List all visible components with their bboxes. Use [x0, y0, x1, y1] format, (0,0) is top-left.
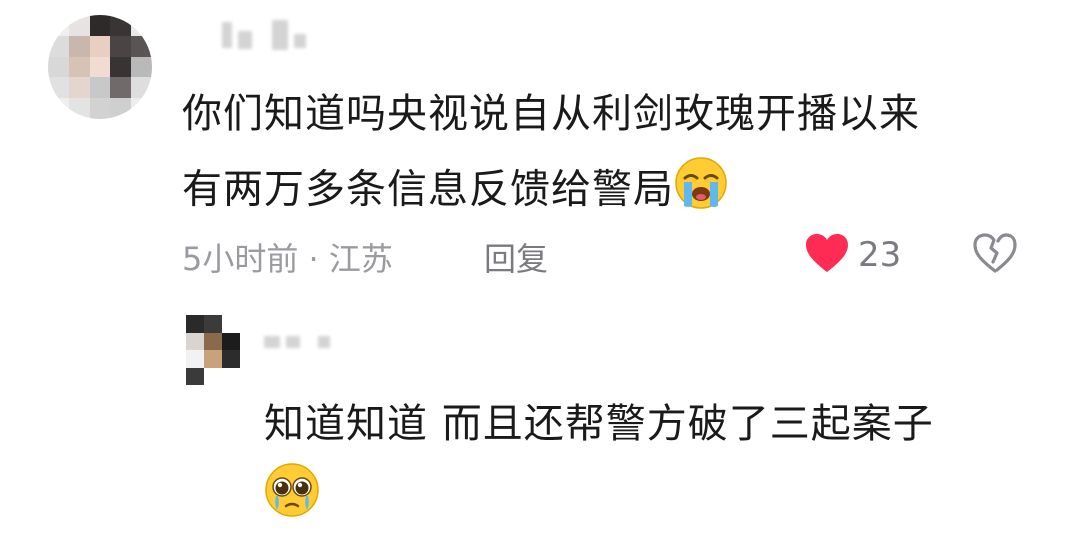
comment-text-line-2: 有两万多条信息反馈给警局	[182, 156, 728, 227]
pleading-face-icon	[264, 462, 320, 522]
avatar[interactable]	[48, 15, 152, 119]
like-button[interactable]: 23	[804, 232, 901, 278]
like-count: 23	[858, 235, 902, 275]
username-blurred[interactable]	[222, 20, 306, 50]
comment-meta: 5小时前 · 江苏	[182, 240, 393, 278]
reply-text-line-1: 知道知道 而且还帮警方破了三起案子	[264, 401, 934, 447]
loudly-crying-face-icon	[674, 156, 728, 227]
heart-icon	[804, 232, 850, 278]
dislike-button[interactable]	[972, 232, 1018, 278]
reply-avatar[interactable]	[186, 315, 240, 385]
reply-button[interactable]: 回复	[484, 234, 548, 280]
comment-text-line-2-content: 有两万多条信息反馈给警局	[182, 166, 674, 213]
reply-username-blurred[interactable]	[264, 336, 330, 348]
comment-text-line-1: 你们知道吗央视说自从利剑玫瑰开播以来	[182, 91, 920, 137]
broken-heart-icon	[972, 233, 1018, 278]
